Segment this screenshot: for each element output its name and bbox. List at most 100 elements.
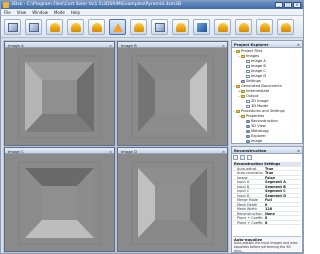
property-pages-icon[interactable] <box>247 155 252 160</box>
tree-item-label: Reconstruction <box>251 119 278 123</box>
tree-item-label: Properties <box>246 114 265 118</box>
menu-mode[interactable]: Mode <box>54 9 65 15</box>
render-button[interactable] <box>151 19 168 35</box>
box3d-icon <box>29 23 39 32</box>
doc-icon <box>246 64 250 68</box>
property-value[interactable]: True <box>263 171 301 174</box>
property-row[interactable]: Plane + Coefficient B8 <box>233 221 301 225</box>
close-button[interactable]: × <box>293 2 301 8</box>
tree-item-label: Procedures and Settings <box>241 109 285 113</box>
view-top-button[interactable] <box>25 19 42 35</box>
property-value[interactable]: True <box>263 167 301 170</box>
pyramid-image-bottom-light <box>5 154 114 251</box>
image-view-c[interactable]: Image C × <box>4 147 115 252</box>
property-value[interactable]: Segment D <box>263 194 301 197</box>
title-bar: 3Dsk - C:\Program Files\Cart Soler fa\1.… <box>1 1 303 9</box>
close-icon[interactable]: × <box>222 149 225 154</box>
image-view-b[interactable]: Image B × <box>117 41 228 146</box>
surface-button[interactable] <box>109 19 126 35</box>
property-grid: Reconstruction Settings Auto-adjust True Au… <box>233 162 301 225</box>
sphere-button[interactable] <box>46 19 63 35</box>
image-view-d[interactable]: Image D × <box>117 147 228 252</box>
property-name: Plane + Coefficient A <box>237 216 263 220</box>
calibrate-button[interactable] <box>67 19 84 35</box>
image-views-area: Image A × Image B × Image C × Image D × <box>3 40 229 253</box>
folder-icon <box>236 84 240 88</box>
property-name: Merge Mode <box>237 198 258 202</box>
pin-icon[interactable]: × <box>297 148 300 153</box>
property-name: Auto-reconstruct <box>237 171 263 175</box>
view-title: Image C <box>8 148 24 154</box>
properties-panel: Reconstruction × Reconstruction Settings… <box>231 146 303 253</box>
property-value[interactable]: Full <box>263 198 301 201</box>
property-value[interactable]: 8 <box>263 216 301 219</box>
menu-file[interactable]: File <box>4 9 11 15</box>
tri-icon <box>113 23 123 32</box>
folder-icon <box>241 54 245 58</box>
dome-icon <box>239 23 249 32</box>
tree-item-label: Image B <box>251 64 266 68</box>
app-window: 3Dsk - C:\Program Files\Cart Soler fa\1.… <box>0 0 304 254</box>
property-name: Mesh Width <box>237 207 257 211</box>
view-title: Image D <box>121 148 138 154</box>
menu-window[interactable]: Window <box>32 9 48 15</box>
property-value[interactable]: 8 <box>263 203 301 206</box>
reconstruct-button[interactable] <box>88 19 105 35</box>
close-icon[interactable]: × <box>109 149 112 154</box>
export-2-button[interactable] <box>277 19 294 35</box>
panel-title: Reconstruction <box>234 148 267 153</box>
menu-help[interactable]: Help <box>71 9 80 15</box>
export-button[interactable] <box>256 19 273 35</box>
pin-icon[interactable]: × <box>297 42 300 47</box>
open-images-button[interactable] <box>4 19 21 35</box>
dome-icon <box>281 23 291 32</box>
panel-header: Reconstruction × <box>232 147 302 154</box>
gear-icon <box>246 129 250 133</box>
tree-item-label: Generated Documents <box>241 84 282 88</box>
minimize-button[interactable]: _ <box>275 2 283 8</box>
property-value[interactable]: 8 <box>263 221 301 224</box>
tree-item-label: Explorer <box>251 134 266 138</box>
property-value[interactable]: Segment C <box>263 189 301 192</box>
doc-icon <box>246 99 250 103</box>
gear-icon <box>246 124 250 128</box>
dome-icon <box>71 23 81 32</box>
doc-icon <box>246 104 250 108</box>
close-icon[interactable]: × <box>109 43 112 48</box>
property-name: Auto-adjust <box>237 166 257 170</box>
cube-button[interactable] <box>193 19 210 35</box>
doc-icon <box>246 59 250 63</box>
tree-item-label: Image A <box>251 59 266 63</box>
property-value[interactable]: Segment A <box>263 180 301 183</box>
shade-button[interactable] <box>172 19 189 35</box>
gear-icon <box>246 134 250 138</box>
gear-icon <box>246 119 250 123</box>
texture-button[interactable] <box>235 19 252 35</box>
tree-item-label: 3D Model <box>251 104 268 108</box>
box3d-icon <box>8 23 18 32</box>
property-value[interactable]: False <box>263 176 301 179</box>
project-tree: − Project Files − Images Image A Image B Image… <box>233 49 301 144</box>
main-toolbar <box>1 16 303 38</box>
property-value[interactable]: 128 <box>263 207 301 210</box>
image-view-a[interactable]: Image A × <box>4 41 115 146</box>
tree-item[interactable]: Image <box>233 139 301 144</box>
categorized-icon[interactable] <box>233 155 238 160</box>
property-value[interactable]: None <box>263 212 301 215</box>
menu-view[interactable]: View <box>17 9 27 15</box>
maximize-button[interactable]: □ <box>284 2 292 8</box>
close-icon[interactable]: × <box>222 43 225 48</box>
light-button[interactable] <box>214 19 231 35</box>
tree-item-label: Output <box>246 94 259 98</box>
tree-item-label: 2D Image <box>251 99 269 103</box>
dome-icon <box>218 23 228 32</box>
property-name: Image <box>237 175 248 179</box>
alphabetical-icon[interactable] <box>240 155 245 160</box>
window-title: 3Dsk - C:\Program Files\Cart Soler fa\1.… <box>11 2 182 7</box>
pyramid-image-left-light <box>118 154 227 251</box>
property-name: Input A <box>237 180 250 184</box>
measure-button[interactable] <box>130 19 147 35</box>
gear-icon <box>246 139 250 143</box>
property-value[interactable]: Segment B <box>263 185 301 188</box>
gear-icon <box>241 79 245 83</box>
